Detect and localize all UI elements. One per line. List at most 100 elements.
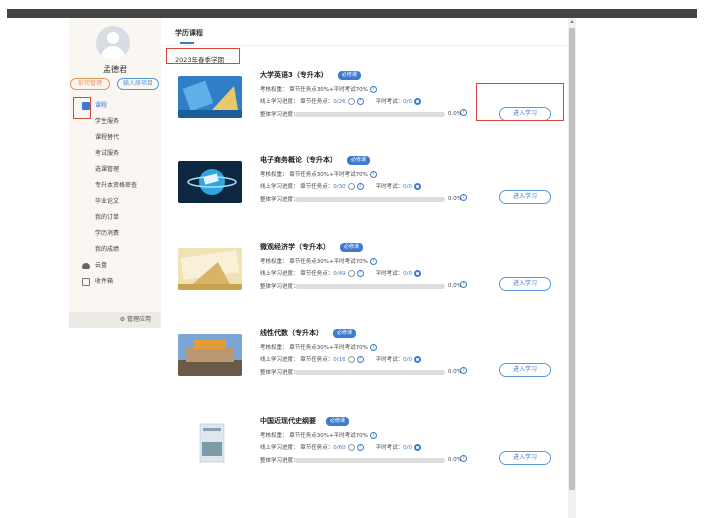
highlight-box-enter <box>476 83 564 121</box>
required-tag: 必修课 <box>326 416 350 426</box>
course-progress-bar <box>295 284 445 289</box>
course-title[interactable]: 中国近现代史纲要 必修课 <box>260 416 350 426</box>
course-progress-bar <box>295 370 445 375</box>
course-online-progress: 线上学习进度： 章节任务点：0/60? 平时考试：0/0 <box>260 443 421 451</box>
avatar[interactable] <box>96 26 130 60</box>
sidebar-item-label: 毕业论文 <box>95 198 120 205</box>
sidebar-item-grades[interactable]: 我的成绩 <box>69 242 161 258</box>
course-title[interactable]: 微观经济学（专升本） 必修课 <box>260 242 364 252</box>
required-tag: 必修课 <box>333 328 357 338</box>
scroll-thumb[interactable] <box>569 28 575 490</box>
course-online-progress: 线上学习进度： 章节任务点：0/30? 平时考试：0/0 <box>260 182 421 190</box>
sidebar-item-consumption[interactable]: 学历消费 <box>69 226 161 242</box>
help-icon[interactable]: ? <box>460 455 467 462</box>
help-icon[interactable]: ? <box>369 344 377 351</box>
sidebar-item-label: 收件箱 <box>95 278 114 285</box>
progress-ring-icon <box>347 356 355 363</box>
course-online-progress: 线上学习进度： 章节任务点：0/49? 平时考试：0/0 <box>260 269 421 277</box>
sidebar-item-exam-service[interactable]: 考试服务 <box>69 146 161 162</box>
course-thumbnail[interactable] <box>178 248 242 290</box>
progress-ring-icon <box>413 98 421 105</box>
enter-study-button[interactable]: 进入学习 <box>499 190 551 204</box>
course-card: 微观经济学（专升本） 必修课 考核权重： 章节任务点30%+平时考试70%? 线上… <box>162 240 567 310</box>
course-thumbnail[interactable] <box>178 334 242 376</box>
progress-ring-icon <box>413 270 421 277</box>
inbox-icon <box>82 278 90 286</box>
course-weight: 考核权重： 章节任务点30%+平时考试70%? <box>260 343 377 351</box>
sidebar-item-label: 课程 <box>95 102 108 109</box>
scroll-up-icon[interactable] <box>570 20 574 23</box>
sidebar-item-label: 学历消费 <box>95 230 120 237</box>
highlight-box-course <box>73 97 91 119</box>
progress-ring-icon <box>347 270 355 277</box>
course-weight: 考核权重： 章节任务点30%+平时考试70%? <box>260 170 377 178</box>
enter-study-button[interactable]: 进入学习 <box>499 277 551 291</box>
help-icon[interactable]: ? <box>356 98 364 105</box>
sidebar-item-label: 我的订单 <box>95 214 120 221</box>
course-title[interactable]: 线性代数（专升本） 必修课 <box>260 328 357 338</box>
user-name: 孟德君 <box>103 65 127 74</box>
sidebar-item-inbox[interactable]: 收件箱 <box>69 274 161 290</box>
course-card: 中国近现代史纲要 必修课 考核权重： 章节任务点30%+平时考试70%? 线上学习… <box>162 414 567 484</box>
help-icon[interactable]: ? <box>369 86 377 93</box>
course-overall-label: 整体学习进度： <box>260 458 299 464</box>
help-icon[interactable]: ? <box>460 281 467 288</box>
sidebar-item-label: 课程替代 <box>95 134 120 141</box>
help-icon[interactable]: ? <box>460 367 467 374</box>
required-tag: 必修课 <box>337 70 361 80</box>
scrollbar[interactable] <box>568 18 576 518</box>
help-icon[interactable]: ? <box>369 171 377 178</box>
highlight-box-semester <box>166 48 240 64</box>
course-thumbnail[interactable] <box>178 76 242 118</box>
course-weight: 考核权重： 章节任务点30%+平时考试70%? <box>260 431 377 439</box>
enter-study-button[interactable]: 进入学习 <box>499 451 551 465</box>
course-progress-bar <box>295 458 445 463</box>
enter-study-button[interactable]: 进入学习 <box>499 363 551 377</box>
sidebar-item-course-substitute[interactable]: 课程替代 <box>69 130 161 146</box>
course-card: 电子商务概论（专升本） 必修课 考核权重： 章节任务点30%+平时考试70%? 线… <box>162 153 567 223</box>
help-icon[interactable]: ? <box>369 258 377 265</box>
progress-ring-icon <box>347 183 355 190</box>
course-thumbnail[interactable] <box>178 161 242 203</box>
help-icon[interactable]: ? <box>356 270 364 277</box>
progress-ring-icon <box>413 444 421 451</box>
sidebar-item-label: 云盘 <box>95 262 108 269</box>
progress-ring-icon <box>347 98 355 105</box>
sidebar-item-label: 学生服务 <box>95 118 120 125</box>
help-icon[interactable]: ? <box>356 356 364 363</box>
course-overall-label: 整体学习进度： <box>260 284 299 290</box>
badge-left[interactable]: 前司管理 <box>70 78 110 90</box>
course-card: 线性代数（专升本） 必修课 考核权重： 章节任务点30%+平时考试70%? 线上学… <box>162 326 567 396</box>
help-icon[interactable]: ? <box>460 109 467 116</box>
course-overall-label: 整体学习进度： <box>260 197 299 203</box>
course-progress-bar <box>295 112 445 117</box>
sidebar-item-label: 我的成绩 <box>95 246 120 253</box>
required-tag: 必修课 <box>347 155 371 165</box>
sidebar-item-label: 选课管理 <box>95 166 120 173</box>
manage-apps-button[interactable]: ⚙ 管理应用 <box>69 312 161 328</box>
progress-ring-icon <box>347 444 355 451</box>
course-online-progress: 线上学习进度： 章节任务点：0/16? 平时考试：0/0 <box>260 355 421 363</box>
help-icon[interactable]: ? <box>356 183 364 190</box>
sidebar-item-label: 考试服务 <box>95 150 120 157</box>
course-weight: 考核权重： 章节任务点30%+平时考试70%? <box>260 85 377 93</box>
badge-right[interactable]: 输入原项目 <box>117 78 159 90</box>
course-thumbnail[interactable] <box>178 422 242 464</box>
sidebar-item-thesis[interactable]: 毕业论文 <box>69 194 161 210</box>
progress-ring-icon <box>413 183 421 190</box>
sidebar-item-cloud[interactable]: 云盘 <box>69 258 161 274</box>
help-icon[interactable]: ? <box>369 432 377 439</box>
course-title[interactable]: 大学英语3（专升本） 必修课 <box>260 70 361 80</box>
help-icon[interactable]: ? <box>460 194 467 201</box>
tab-underline <box>180 42 194 44</box>
course-weight: 考核权重： 章节任务点30%+平时考试70%? <box>260 257 377 265</box>
course-title[interactable]: 电子商务概论（专升本） 必修课 <box>260 155 371 165</box>
course-overall-label: 整体学习进度： <box>260 112 299 118</box>
cloud-icon <box>82 263 90 269</box>
help-icon[interactable]: ? <box>356 444 364 451</box>
sidebar-item-orders[interactable]: 我的订单 <box>69 210 161 226</box>
sidebar-item-course-selection[interactable]: 选课管理 <box>69 162 161 178</box>
sidebar-item-label: 专升本资格审查 <box>95 182 138 189</box>
sidebar-item-qualification-review[interactable]: 专升本资格审查 <box>69 178 161 194</box>
tab-degree-courses[interactable]: 学历课程 <box>175 28 203 38</box>
